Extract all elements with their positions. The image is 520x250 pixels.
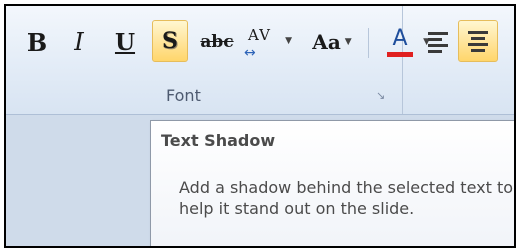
align-center-button[interactable] — [458, 20, 498, 62]
screenshot-frame: B I U S abc AV ↔ ▼ Aa ▼ A ▼ Font ↘ Text … — [4, 4, 516, 248]
align-left-icon — [428, 31, 448, 53]
font-group-label: Font — [166, 86, 201, 105]
tooltip-title: Text Shadow — [161, 131, 276, 150]
underline-button[interactable]: U — [108, 24, 142, 60]
tooltip-body: Add a shadow behind the selected text to… — [179, 178, 514, 218]
text-shadow-button[interactable]: S — [152, 20, 188, 62]
italic-button[interactable]: I — [62, 24, 96, 60]
font-group: B I U S abc AV ↔ ▼ Aa ▼ A ▼ Font ↘ — [6, 6, 430, 114]
character-spacing-button[interactable]: AV ↔ ▼ — [240, 24, 298, 60]
font-color-bar — [387, 51, 413, 57]
chevron-down-icon: ▼ — [344, 37, 352, 47]
tooltip: Text Shadow Add a shadow behind the sele… — [150, 120, 514, 246]
double-arrow-icon: ↔ — [244, 45, 256, 61]
bold-button[interactable]: B — [20, 24, 54, 60]
font-color-button[interactable]: A ▼ — [378, 24, 430, 60]
dialog-launcher-icon[interactable]: ↘ — [376, 90, 388, 102]
change-case-label: Aa — [312, 30, 341, 54]
ribbon: B I U S abc AV ↔ ▼ Aa ▼ A ▼ Font ↘ — [6, 6, 514, 115]
font-color-label: A — [392, 25, 408, 51]
character-spacing-label: AV — [248, 26, 271, 44]
align-left-button[interactable] — [420, 24, 456, 60]
chevron-down-icon: ▼ — [285, 36, 292, 46]
separator — [368, 28, 369, 58]
change-case-button[interactable]: Aa ▼ — [302, 24, 362, 60]
strikethrough-button[interactable]: abc — [196, 24, 238, 60]
align-center-icon — [468, 30, 488, 52]
